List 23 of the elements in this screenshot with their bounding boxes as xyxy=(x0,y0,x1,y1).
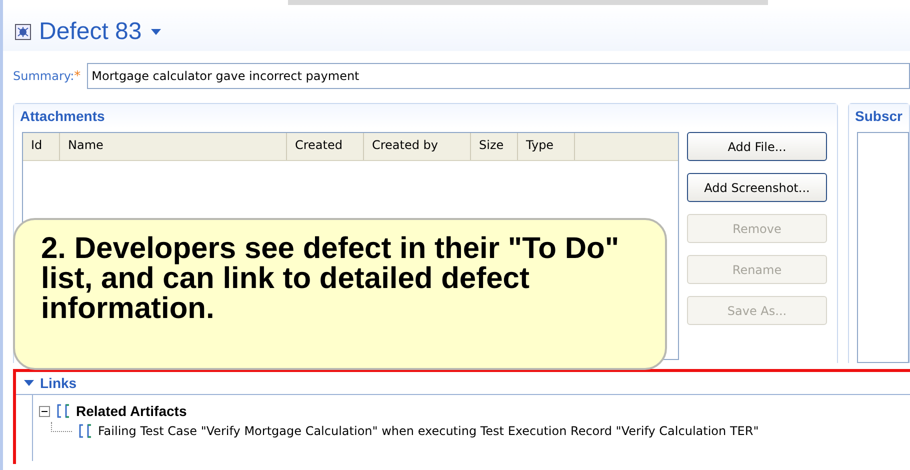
column-header[interactable]: Created by xyxy=(364,133,471,160)
attachment-button[interactable]: Add Screenshot... xyxy=(687,173,827,202)
link-icon xyxy=(78,424,92,438)
summary-field[interactable]: Mortgage calculator gave incorrect payment xyxy=(86,63,910,89)
required-mark: * xyxy=(74,68,81,84)
field-label: Summary: xyxy=(13,69,74,83)
tree-item[interactable]: Failing Test Case "Verify Mortgage Calculation" when executing Test Execution Record "Verify Calculation TER" xyxy=(98,424,759,438)
column-header[interactable]: Type xyxy=(518,133,575,160)
dropdown-icon[interactable] xyxy=(150,28,162,36)
collapse-icon[interactable] xyxy=(24,379,34,387)
column-header[interactable]: Id xyxy=(23,133,60,160)
callout-note: 2. Developers see defect in their "To Do" list, and can link to detailed defect information. xyxy=(13,218,667,370)
bug-icon xyxy=(15,24,31,40)
attachment-button[interactable]: Add File... xyxy=(687,132,827,161)
link-icon xyxy=(56,404,70,418)
column-header[interactable]: Name xyxy=(60,133,287,160)
section-title: Links xyxy=(40,375,77,391)
tree-item[interactable]: Related Artifacts xyxy=(76,403,187,419)
column-header[interactable]: Created xyxy=(287,133,364,160)
tree-connector xyxy=(51,422,72,432)
column-header[interactable]: Size xyxy=(471,133,518,160)
collapse-icon[interactable] xyxy=(39,406,50,416)
window-title: Defect 83 xyxy=(39,18,142,46)
